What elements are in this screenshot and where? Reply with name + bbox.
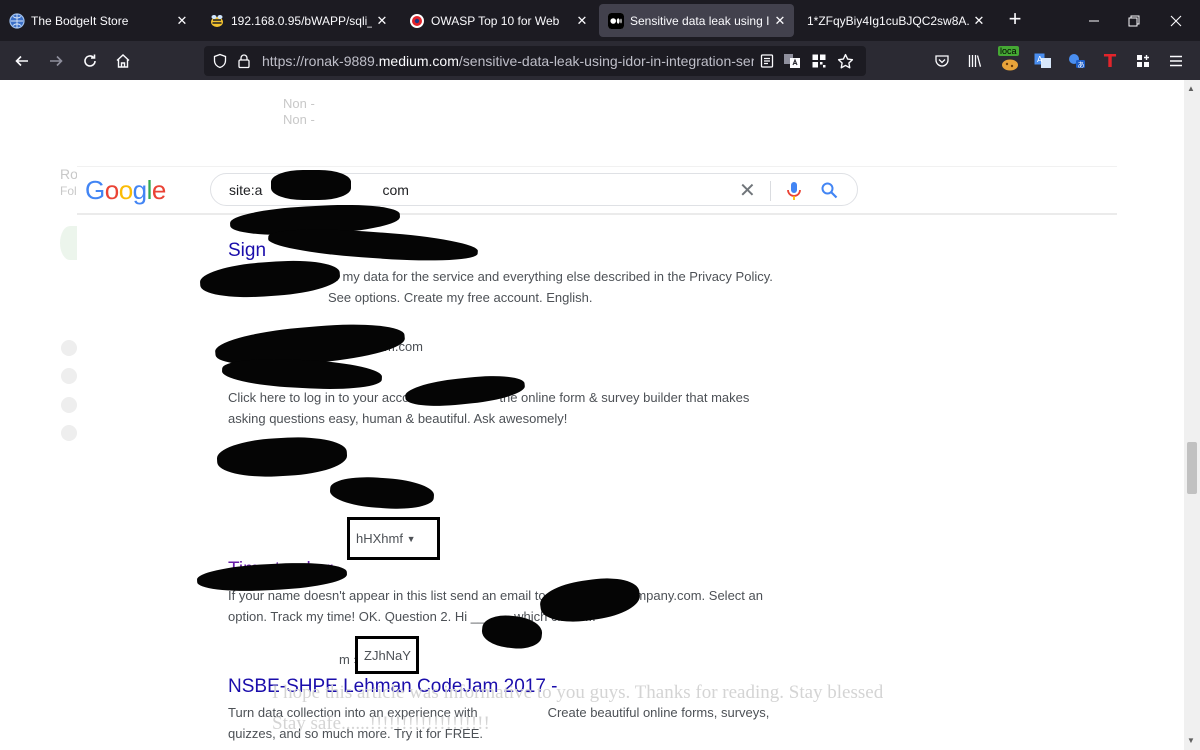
close-tab-icon[interactable]: ✕ xyxy=(172,13,192,29)
bookmark-star-icon[interactable] xyxy=(834,50,856,72)
extensions-button[interactable] xyxy=(1130,48,1156,74)
reader-view-icon[interactable] xyxy=(756,50,778,72)
app-menu-button[interactable] xyxy=(1163,48,1189,74)
minimize-button[interactable] xyxy=(1074,0,1114,41)
close-tab-icon[interactable]: ✕ xyxy=(770,13,790,29)
search-divider xyxy=(770,181,771,201)
tab-medium-active[interactable]: Sensitive data leak using IDO ✕ xyxy=(599,4,794,37)
svg-text:A: A xyxy=(1037,55,1043,64)
tab-bodgeit[interactable]: The BodgeIt Store ✕ xyxy=(0,0,196,41)
bee-icon xyxy=(209,13,225,29)
faded-author: Ro xyxy=(60,166,78,182)
medium-icon xyxy=(608,12,624,29)
close-window-button[interactable] xyxy=(1156,0,1196,41)
faded-share-icon xyxy=(61,368,77,384)
tab-title: The BodgeIt Store xyxy=(31,13,129,28)
shield-icon[interactable] xyxy=(209,50,231,72)
close-tab-icon[interactable]: ✕ xyxy=(372,13,392,29)
library-button[interactable] xyxy=(962,48,988,74)
faded-share-icon xyxy=(61,397,77,413)
back-button[interactable] xyxy=(9,48,35,74)
page-scrollbar[interactable]: ▲ ▼ xyxy=(1184,80,1200,750)
reload-icon xyxy=(84,54,96,67)
owasp-icon xyxy=(409,13,425,29)
faded-follow: Fol xyxy=(60,184,77,198)
translator-icon: あ xyxy=(1069,54,1085,69)
google-logo: Google xyxy=(85,175,166,205)
navigation-toolbar: https://ronak-9889.medium.com/sensitive-… xyxy=(0,41,1200,80)
hamburger-menu-icon xyxy=(1170,55,1182,67)
lock-icon[interactable] xyxy=(233,50,255,72)
url-domain: medium.com xyxy=(378,53,459,69)
qr-code-icon[interactable] xyxy=(808,50,830,72)
search-icon xyxy=(821,182,838,199)
arrow-left-icon xyxy=(15,55,28,67)
puzzle-icon xyxy=(1137,55,1149,67)
home-button[interactable] xyxy=(110,48,136,74)
translate-extension-icon: A xyxy=(1034,53,1051,68)
highlighted-form-id: hHXhmf ▼ xyxy=(347,517,440,560)
new-tab-button[interactable]: + xyxy=(1004,8,1026,31)
translator-button[interactable]: あ xyxy=(1064,48,1090,74)
restore-button[interactable] xyxy=(1114,0,1154,41)
tab-bwapp[interactable]: 192.168.0.95/bWAPP/sqli_6.p ✕ xyxy=(200,0,396,41)
url-bar[interactable]: https://ronak-9889.medium.com/sensitive-… xyxy=(204,46,866,76)
tab-title: 192.168.0.95/bWAPP/sqli_6.p xyxy=(231,13,372,28)
scroll-up-arrow-icon[interactable]: ▲ xyxy=(1187,84,1195,93)
tab-title: OWASP Top 10 for Web xyxy=(431,13,560,28)
forward-button[interactable] xyxy=(43,48,69,74)
library-icon xyxy=(968,55,982,67)
svg-text:あ: あ xyxy=(1078,61,1085,69)
redaction-mark xyxy=(271,170,351,200)
cookie-icon xyxy=(1002,59,1018,71)
tab-strip: The BodgeIt Store ✕ 192.168.0.95/bWAPP/s… xyxy=(0,0,1200,41)
url-text[interactable]: https://ronak-9889.medium.com/sensitive-… xyxy=(262,53,754,69)
scroll-down-arrow-icon[interactable]: ▼ xyxy=(1187,736,1195,745)
tab-owasp[interactable]: OWASP Top 10 for Web ✕ xyxy=(400,0,596,41)
pocket-button[interactable] xyxy=(929,48,955,74)
extension-badge: loca xyxy=(998,46,1019,56)
globe-icon xyxy=(9,12,25,29)
url-path: /sensitive-data-leak-using-idor-in-integ… xyxy=(458,53,754,69)
close-tab-icon[interactable]: ✕ xyxy=(572,13,592,29)
translate-extension-button[interactable]: A xyxy=(1030,48,1056,74)
highlighted-form-id: ZJhNaY xyxy=(355,636,419,674)
pocket-icon xyxy=(935,55,949,67)
close-tab-icon[interactable]: ✕ xyxy=(969,13,989,29)
t-extension-icon: T xyxy=(1103,50,1117,72)
reload-button[interactable] xyxy=(77,48,103,74)
page-content: Non - Non - Ro Fol Google site:acom ✕ fo… xyxy=(0,80,1184,750)
faded-text: Non - xyxy=(283,96,315,111)
google-header-divider xyxy=(77,213,1117,215)
faded-text: Non - xyxy=(283,112,315,127)
url-prefix: https://ronak-9889. xyxy=(262,53,379,69)
microphone-icon xyxy=(787,182,801,200)
tab-title: Sensitive data leak using IDO xyxy=(630,13,770,28)
clear-search-icon: ✕ xyxy=(739,180,756,202)
arrow-right-icon xyxy=(50,55,63,67)
faded-share-icon xyxy=(61,425,77,441)
scrollbar-thumb[interactable] xyxy=(1187,442,1197,494)
translate-icon[interactable] xyxy=(781,50,803,72)
home-icon xyxy=(116,54,130,68)
faded-share-icon xyxy=(61,340,77,356)
article-closing-paragraph: I hope this article was informative to y… xyxy=(272,682,884,734)
t-extension-button[interactable]: T xyxy=(1097,48,1123,74)
tab-image[interactable]: 1*ZFqyBiy4Ig1cuBJQC2sw8A.png ✕ xyxy=(797,0,993,41)
extension-location-button[interactable]: loca xyxy=(997,45,1023,71)
tab-title: 1*ZFqyBiy4Ig1cuBJQC2sw8A.png xyxy=(807,13,969,28)
